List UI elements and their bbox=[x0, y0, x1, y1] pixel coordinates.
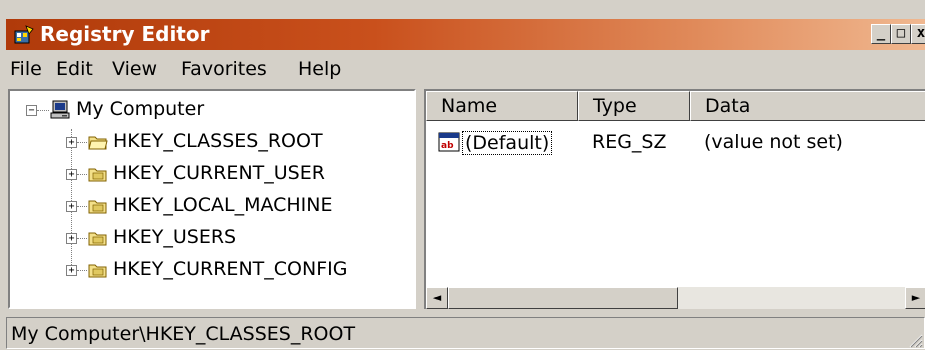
scroll-thumb[interactable] bbox=[448, 287, 678, 309]
scroll-right-button[interactable]: ► bbox=[905, 287, 925, 309]
expand-expander[interactable]: + bbox=[66, 233, 77, 244]
status-field: My Computer\HKEY_CLASSES_ROOT bbox=[6, 317, 925, 349]
computer-icon bbox=[50, 100, 70, 119]
values-list[interactable]: Name Type Data ab (Default) REG_SZ (valu… bbox=[424, 89, 925, 309]
tree-connector-line bbox=[77, 206, 87, 207]
folder-icon bbox=[88, 264, 107, 278]
arrow-right-icon: ► bbox=[911, 291, 921, 304]
tree-node-hkey-classes-root[interactable]: + HKEY_CLASSES_ROOT bbox=[10, 129, 410, 155]
registry-editor-icon bbox=[14, 25, 34, 44]
value-name-cell: (Default) bbox=[462, 131, 553, 155]
pane-splitter[interactable] bbox=[416, 89, 424, 309]
tree-connector-line bbox=[77, 270, 87, 271]
menu-file[interactable]: File bbox=[10, 58, 42, 80]
open-folder-icon bbox=[88, 136, 108, 150]
close-button[interactable]: x bbox=[911, 24, 925, 44]
tree-node-my-computer[interactable]: − My Computer bbox=[10, 97, 410, 123]
minimize-button[interactable]: _ bbox=[871, 24, 891, 44]
expand-expander[interactable]: + bbox=[66, 137, 77, 148]
maximize-button[interactable]: □ bbox=[891, 24, 911, 44]
status-path: My Computer\HKEY_CLASSES_ROOT bbox=[11, 323, 356, 345]
status-bar: My Computer\HKEY_CLASSES_ROOT bbox=[6, 315, 925, 350]
tree-node-label: HKEY_CLASSES_ROOT bbox=[113, 130, 323, 152]
title-bar[interactable]: Registry Editor _ □ x bbox=[6, 19, 925, 50]
collapse-expander[interactable]: − bbox=[26, 105, 37, 116]
tree-node-label: HKEY_USERS bbox=[113, 226, 237, 248]
expand-expander[interactable]: + bbox=[66, 265, 77, 276]
tree-connector-line bbox=[77, 174, 87, 175]
window-title: Registry Editor bbox=[40, 22, 210, 46]
arrow-left-icon: ◄ bbox=[432, 291, 442, 304]
table-row[interactable]: ab (Default) REG_SZ (value not set) bbox=[426, 91, 925, 161]
value-data-cell: (value not set) bbox=[704, 131, 843, 153]
menu-favorites[interactable]: Favorites bbox=[181, 58, 267, 80]
value-type-cell: REG_SZ bbox=[592, 131, 667, 153]
tree-node-hkey-users[interactable]: + HKEY_USERS bbox=[10, 225, 410, 251]
resize-grip-icon[interactable] bbox=[907, 332, 923, 348]
expand-expander[interactable]: + bbox=[66, 169, 77, 180]
tree-node-hkey-current-config[interactable]: + HKEY_CURRENT_CONFIG bbox=[10, 257, 410, 283]
tree-connector-line bbox=[77, 142, 87, 143]
horizontal-scrollbar[interactable]: ◄ ► bbox=[426, 287, 925, 309]
menu-view[interactable]: View bbox=[112, 58, 157, 80]
svg-text:ab: ab bbox=[441, 141, 454, 151]
tree-connector-line bbox=[37, 110, 49, 111]
tree-node-hkey-local-machine[interactable]: + HKEY_LOCAL_MACHINE bbox=[10, 193, 410, 219]
tree-node-hkey-current-user[interactable]: + HKEY_CURRENT_USER bbox=[10, 161, 410, 187]
tree-connector-line bbox=[77, 238, 87, 239]
folder-icon bbox=[88, 200, 107, 214]
key-tree[interactable]: − My Computer + HKEY_CLASSES_ROOT + HKEY… bbox=[8, 89, 416, 309]
tree-node-label: HKEY_LOCAL_MACHINE bbox=[113, 194, 333, 216]
registry-editor-window: Registry Editor _ □ x File Edit View Fav… bbox=[0, 0, 925, 350]
tree-node-label: HKEY_CURRENT_USER bbox=[113, 162, 325, 184]
tree-node-label: HKEY_CURRENT_CONFIG bbox=[113, 258, 348, 280]
string-value-icon: ab bbox=[438, 132, 460, 152]
folder-icon bbox=[88, 232, 107, 246]
tree-node-label: My Computer bbox=[76, 98, 205, 120]
menu-bar: File Edit View Favorites Help bbox=[6, 54, 925, 84]
scroll-left-button[interactable]: ◄ bbox=[426, 287, 448, 309]
menu-help[interactable]: Help bbox=[298, 58, 341, 80]
expand-expander[interactable]: + bbox=[66, 201, 77, 212]
folder-icon bbox=[88, 168, 107, 182]
menu-edit[interactable]: Edit bbox=[56, 58, 93, 80]
